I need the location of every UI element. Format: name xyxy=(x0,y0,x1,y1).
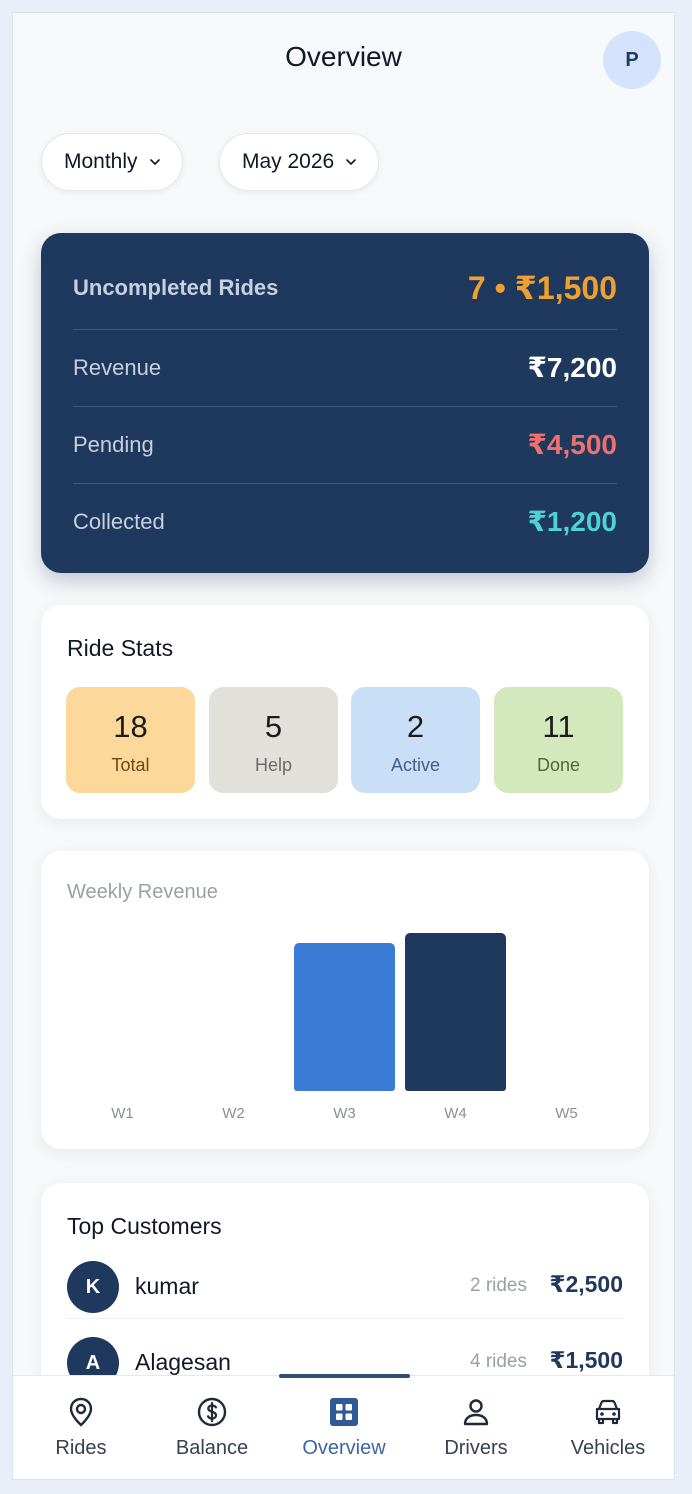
customer-rides: 4 rides xyxy=(469,1351,527,1372)
stat-label: Active xyxy=(390,755,441,775)
revenue-label: Revenue xyxy=(73,354,162,380)
nav-item-balance[interactable]: Balance xyxy=(146,1376,278,1479)
stat-label: Help xyxy=(254,755,293,775)
chevron-down-icon xyxy=(149,159,160,165)
customer-avatar: K xyxy=(67,1261,119,1313)
nav-item-drivers[interactable]: Drivers xyxy=(410,1376,542,1479)
month-dropdown-label: May 2026 xyxy=(242,150,335,173)
uncompleted-rides-row: Uncompleted Rides 7 • ₹1,500 xyxy=(73,269,617,307)
period-dropdown[interactable]: Monthly xyxy=(41,133,183,191)
bar-w3 xyxy=(294,943,395,1091)
customer-row[interactable]: K kumar 2 rides ₹2,500 xyxy=(67,1255,623,1319)
collected-label: Collected xyxy=(73,508,165,534)
header: Overview P xyxy=(13,13,674,109)
nav-label: Vehicles xyxy=(570,1437,646,1459)
ride-stats-title: Ride Stats xyxy=(67,635,174,661)
summary-card: Uncompleted Rides 7 • ₹1,500 Revenue ₹7,… xyxy=(41,233,649,573)
divider xyxy=(73,329,617,330)
divider xyxy=(73,483,617,484)
revenue-row: Revenue ₹7,200 xyxy=(73,351,617,384)
x-tick-label: W2 xyxy=(222,1105,245,1122)
grid-icon xyxy=(330,1398,358,1426)
customer-name: Alagesan xyxy=(135,1349,231,1375)
x-tick-label: W5 xyxy=(555,1105,578,1122)
stat-help[interactable]: 5 Help xyxy=(209,687,338,793)
uncompleted-rides-value: 7 • ₹1,500 xyxy=(467,270,617,306)
x-tick-label: W4 xyxy=(444,1105,467,1122)
stat-value: 5 xyxy=(264,709,283,744)
x-tick-label: W3 xyxy=(333,1105,356,1122)
pending-row: Pending ₹4,500 xyxy=(73,428,617,461)
customer-amount: ₹2,500 xyxy=(549,1271,623,1297)
stat-label: Total xyxy=(111,755,150,775)
location-pin-icon xyxy=(69,1397,93,1427)
top-customers-title: Top Customers xyxy=(67,1213,222,1239)
collected-row: Collected ₹1,200 xyxy=(73,505,617,538)
stat-value: 11 xyxy=(542,709,575,744)
stat-active[interactable]: 2 Active xyxy=(351,687,480,793)
month-dropdown[interactable]: May 2026 xyxy=(219,133,380,191)
pending-label: Pending xyxy=(73,431,154,457)
weekly-revenue-card: Weekly Revenue W1 W2 W3 W4 W5 xyxy=(41,851,649,1149)
page-title: Overview xyxy=(285,41,402,72)
customer-amount: ₹1,500 xyxy=(549,1347,623,1373)
app-frame: Overview P Monthly May 2026 Uncompleted … xyxy=(12,12,675,1480)
customer-name: kumar xyxy=(135,1273,199,1299)
stat-total[interactable]: 18 Total xyxy=(66,687,195,793)
revenue-value: ₹7,200 xyxy=(527,352,617,383)
nav-label: Balance xyxy=(175,1437,249,1459)
dollar-circle-icon xyxy=(197,1397,227,1427)
nav-label: Drivers xyxy=(444,1437,508,1459)
nav-item-rides[interactable]: Rides xyxy=(15,1376,147,1479)
chart-title: Weekly Revenue xyxy=(67,881,218,903)
car-icon xyxy=(595,1399,621,1425)
divider xyxy=(73,406,617,407)
period-dropdown-label: Monthly xyxy=(64,150,138,173)
x-tick-label: W1 xyxy=(111,1105,134,1122)
person-icon xyxy=(463,1399,489,1426)
nav-item-overview[interactable]: Overview xyxy=(278,1376,410,1479)
stat-done[interactable]: 11 Done xyxy=(494,687,623,793)
nav-item-vehicles[interactable]: Vehicles xyxy=(542,1376,674,1479)
chevron-down-icon xyxy=(346,159,357,165)
pending-value: ₹4,500 xyxy=(527,429,617,460)
stat-value: 2 xyxy=(406,709,425,744)
avatar[interactable]: P xyxy=(603,31,661,89)
nav-label: Overview xyxy=(302,1437,386,1459)
uncompleted-rides-label: Uncompleted Rides xyxy=(73,275,279,300)
stat-label: Done xyxy=(536,755,581,775)
bar-w4 xyxy=(405,933,506,1091)
nav-label: Rides xyxy=(55,1437,107,1459)
customer-rides: 2 rides xyxy=(469,1275,527,1296)
collected-value: ₹1,200 xyxy=(527,506,617,537)
bottom-nav: Rides Balance Overview Drivers Vehicles xyxy=(13,1374,674,1479)
ride-stats-card: Ride Stats 18 Total 5 Help 2 Active 11 D… xyxy=(41,605,649,819)
stat-value: 18 xyxy=(113,709,148,744)
